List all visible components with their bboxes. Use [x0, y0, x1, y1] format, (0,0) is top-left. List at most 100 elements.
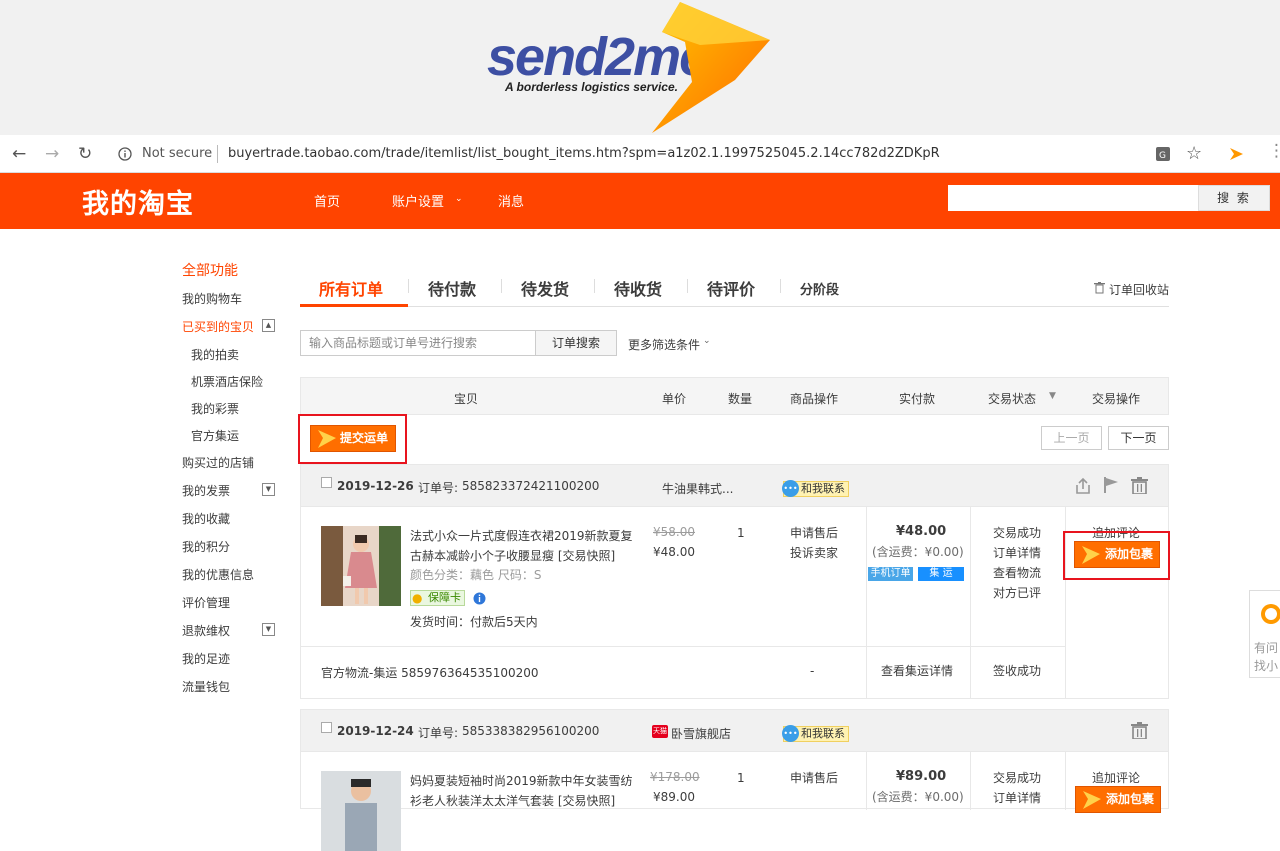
browser-toolbar: ← → ↻ Not secure buyertrade.taobao.com/t… [0, 135, 1280, 173]
address-bar[interactable]: buyertrade.taobao.com/trade/itemlist/lis… [228, 146, 940, 161]
tab-pending-payment[interactable]: 待付款 [428, 276, 476, 300]
trash-icon[interactable] [1094, 282, 1105, 294]
column-divider [970, 752, 971, 810]
contact-seller-button[interactable]: ••• 和我联系 [782, 725, 849, 742]
order-checkbox[interactable] [321, 477, 332, 488]
contact-seller-button[interactable]: ••• 和我联系 [782, 480, 849, 497]
apply-after-sales-link[interactable]: 申请售后 [790, 768, 838, 788]
next-page-button[interactable]: 下一页 [1108, 426, 1169, 450]
nav-messages[interactable]: 消息 [498, 191, 524, 210]
sidebar-item-favorites[interactable]: 我的收藏 [182, 510, 230, 527]
col-item: 宝贝 [454, 392, 479, 406]
header-search-input[interactable] [948, 185, 1199, 211]
view-logistics-link[interactable]: 查看物流 [993, 563, 1041, 583]
delete-trash-icon[interactable] [1131, 477, 1148, 494]
reload-icon[interactable]: ↻ [78, 144, 92, 164]
unit-price: ¥89.00 [653, 790, 695, 804]
submit-waybill-button[interactable]: 提交运单 [310, 425, 396, 452]
svg-text:G: G [1159, 151, 1166, 161]
tab-pending-review[interactable]: 待评价 [707, 276, 755, 300]
nav-account-settings[interactable]: 账户设置 [392, 191, 444, 210]
product-thumbnail[interactable] [321, 526, 401, 606]
paid-amount: ¥89.00 [896, 769, 947, 784]
apply-after-sales-link[interactable]: 申请售后 [790, 523, 838, 543]
sidebar-item-auction[interactable]: 我的拍卖 [191, 346, 239, 363]
add-review-link[interactable]: 追加评论 [1092, 768, 1140, 788]
sidebar-item-invoices[interactable]: 我的发票 [182, 482, 230, 499]
recycle-bin-link[interactable]: 订单回收站 [1109, 281, 1169, 298]
order-card: 2019-12-26 订单号: 585823372421100200 牛油果韩式… [300, 464, 1169, 699]
sidebar-item-footprints[interactable]: 我的足迹 [182, 650, 230, 667]
nav-home[interactable]: 首页 [314, 191, 340, 210]
feedback-widget[interactable]: 有问 找小 [1249, 590, 1280, 678]
delivery-status: 签收成功 [993, 664, 1042, 678]
sidebar-item-lottery[interactable]: 我的彩票 [191, 400, 239, 417]
ship-time: 发货时间：付款后5天内 [410, 615, 538, 629]
sidebar-item-data-wallet[interactable]: 流量钱包 [182, 678, 230, 695]
share-icon[interactable] [1074, 477, 1092, 495]
tab-pending-shipment[interactable]: 待发货 [521, 276, 569, 300]
flag-icon[interactable] [1103, 476, 1119, 494]
my-taobao-logo[interactable]: 我的淘宝 [82, 182, 194, 221]
complain-seller-link[interactable]: 投诉卖家 [790, 543, 838, 563]
order-search-button[interactable]: 订单搜索 [535, 330, 617, 356]
column-divider [866, 507, 867, 698]
prev-page-button[interactable]: 上一页 [1041, 426, 1102, 450]
menu-icon[interactable]: ⋮ [1268, 141, 1280, 161]
sidebar-item-shops[interactable]: 购买过的店铺 [182, 454, 254, 471]
trade-status: 交易成功 [993, 526, 1042, 540]
view-consolidation-link[interactable]: 查看集运详情 [881, 661, 953, 681]
shipping-fee: (含运费：¥0.00) [872, 790, 964, 804]
order-search-input[interactable]: 输入商品标题或订单号进行搜索 [300, 330, 536, 356]
sidebar-item-refunds[interactable]: 退款维权 [182, 622, 230, 639]
order-number-label: 订单号: [418, 481, 459, 495]
tmall-icon: 天猫 [652, 725, 668, 738]
shop-name[interactable]: 牛油果韩式... [662, 480, 733, 497]
info-icon[interactable] [118, 147, 132, 161]
add-package-button[interactable]: 添加包裹 [1074, 541, 1160, 568]
sidebar-item-consolidation[interactable]: 官方集运 [191, 427, 239, 444]
info-circle-icon[interactable] [473, 592, 486, 605]
order-details-link[interactable]: 订单详情 [993, 543, 1041, 563]
original-price: ¥178.00 [650, 770, 700, 784]
sidebar-item-all-functions[interactable]: 全部功能 [182, 260, 238, 280]
product-title[interactable]: 妈妈夏装短袖时尚2019新款中年女装雪纺衫老人秋装洋太太洋气套装 [交易快照] [410, 771, 635, 811]
security-status[interactable]: Not secure [142, 146, 212, 161]
forward-arrow-icon[interactable]: → [45, 144, 59, 164]
tab-pending-receipt[interactable]: 待收货 [614, 276, 662, 300]
order-details-link[interactable]: 订单详情 [993, 788, 1041, 808]
sidebar-item-bought[interactable]: 已买到的宝贝 [182, 318, 254, 335]
col-status[interactable]: 交易状态 [988, 390, 1036, 407]
more-filters-link[interactable]: 更多筛选条件 [628, 336, 700, 353]
send2me-extension-icon[interactable] [1228, 147, 1244, 161]
product-title[interactable]: 法式小众一片式度假连衣裙2019新款夏复古赫本减龄小个子收腰显瘦 [交易快照] [410, 526, 635, 566]
sidebar-item-reviews[interactable]: 评价管理 [182, 594, 230, 611]
order-date: 2019-12-24 [337, 724, 414, 738]
col-actions: 交易操作 [1092, 392, 1141, 406]
tab-all-orders[interactable]: 所有订单 [319, 276, 383, 300]
sidebar-item-coupons[interactable]: 我的优惠信息 [182, 566, 254, 583]
chevron-down-icon: ⌄ [455, 194, 463, 204]
header-search-button[interactable]: 搜 索 [1198, 185, 1270, 211]
guarantee-card-badge[interactable]: ● 保障卡 [410, 590, 465, 606]
consolidation-badge: 集 运 [918, 567, 964, 581]
shop-name[interactable]: 卧雪旗舰店 [671, 725, 731, 742]
caret-down-icon[interactable]: ▼ [1049, 391, 1056, 401]
back-arrow-icon[interactable]: ← [12, 144, 26, 164]
product-thumbnail[interactable] [321, 771, 401, 851]
seller-reviewed-link[interactable]: 对方已评 [993, 583, 1041, 603]
sidebar-item-travel[interactable]: 机票酒店保险 [191, 373, 263, 390]
translate-icon[interactable]: G [1155, 146, 1171, 162]
expand-icon[interactable]: ▼ [262, 483, 275, 496]
sidebar-item-points[interactable]: 我的积分 [182, 538, 230, 555]
bookmark-star-icon[interactable]: ☆ [1186, 143, 1202, 164]
send2me-chevron-icon [1083, 791, 1101, 809]
delete-trash-icon[interactable] [1131, 722, 1148, 739]
order-number: 585338382956100200 [462, 724, 600, 738]
sidebar-item-cart[interactable]: 我的购物车 [182, 290, 242, 307]
guarantee-icon: ● [412, 591, 423, 605]
order-checkbox[interactable] [321, 722, 332, 733]
expand-icon[interactable]: ▼ [262, 623, 275, 636]
collapse-icon[interactable]: ▲ [262, 319, 275, 332]
tab-installments[interactable]: 分阶段 [800, 279, 839, 298]
